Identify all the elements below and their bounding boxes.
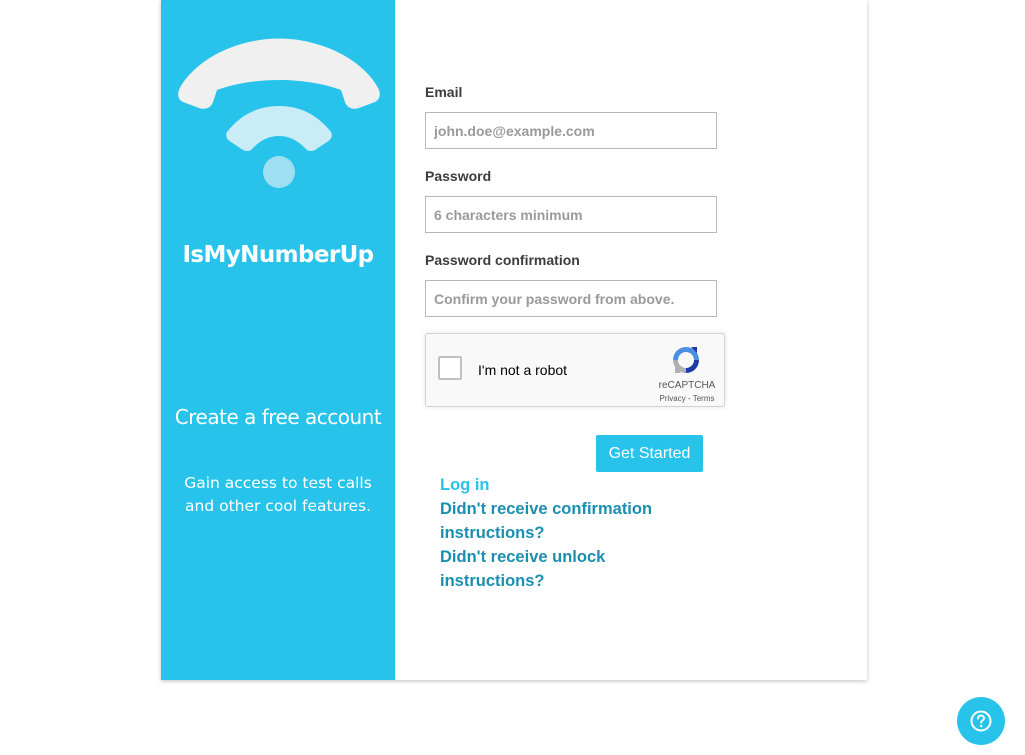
- password-confirmation-label: Password confirmation: [425, 252, 580, 268]
- password-field[interactable]: [425, 196, 717, 233]
- help-button[interactable]: [957, 697, 1005, 745]
- phone-wifi-logo-icon: [178, 38, 380, 188]
- feature-description: Gain access to test calls and other cool…: [184, 474, 372, 515]
- page: IsMyNumberUp Create a free account Gain …: [0, 0, 1025, 755]
- confirmation-instructions-link[interactable]: Didn't receive confirmation instructions…: [440, 497, 680, 545]
- email-label: Email: [425, 84, 463, 100]
- brand-name: IsMyNumberUp: [182, 242, 374, 268]
- create-account-title: Create a free account: [174, 405, 382, 429]
- auth-links: Log in Didn't receive confirmation instr…: [440, 473, 680, 593]
- recaptcha-icon: [673, 347, 699, 373]
- login-link[interactable]: Log in: [440, 473, 680, 497]
- get-started-button[interactable]: Get Started: [596, 435, 703, 472]
- unlock-instructions-link[interactable]: Didn't receive unlock instructions?: [440, 545, 680, 593]
- question-mark-icon: [970, 710, 992, 732]
- recaptcha-widget: I'm not a robot reCAPTCHA Privacy - Term…: [425, 333, 725, 407]
- signup-form: Email Password Password confirmation I'm…: [395, 0, 867, 680]
- signup-card: IsMyNumberUp Create a free account Gain …: [161, 0, 867, 680]
- password-confirmation-field[interactable]: [425, 280, 717, 317]
- email-field[interactable]: [425, 112, 717, 149]
- recaptcha-label: I'm not a robot: [478, 362, 568, 378]
- recaptcha-checkbox[interactable]: [438, 356, 462, 380]
- recaptcha-terms-link[interactable]: Privacy - Terms: [652, 394, 722, 403]
- recaptcha-brand: reCAPTCHA: [658, 380, 716, 391]
- brand-panel: IsMyNumberUp Create a free account Gain …: [161, 0, 395, 680]
- password-label: Password: [425, 168, 492, 184]
